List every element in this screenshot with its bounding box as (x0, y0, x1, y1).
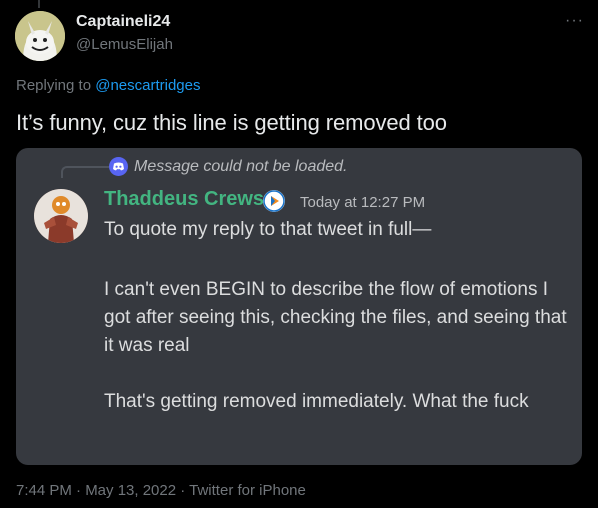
author-name[interactable]: Captaineli24 (76, 13, 170, 31)
tweet-text: It’s funny, cuz this line is getting rem… (16, 110, 447, 135)
author-handle[interactable]: @LemusElijah (76, 36, 173, 53)
replying-prefix: Replying to (16, 77, 96, 94)
thread-connector-line (38, 0, 40, 8)
message-line-3: That's getting removed immediately. What… (104, 391, 529, 412)
discord-screenshot-card[interactable]: Message could not be loaded. Thaddeus Cr… (16, 148, 582, 465)
discord-author-avatar (34, 189, 88, 243)
discord-logo-icon (109, 157, 128, 176)
play-badge-icon (263, 190, 285, 212)
character-avatar-icon (34, 189, 88, 243)
discord-author-name: Thaddeus Crews (104, 188, 265, 210)
author-avatar[interactable] (15, 11, 65, 61)
tweet-footer-meta: 7:44 PM · May 13, 2022 · Twitter for iPh… (16, 482, 306, 499)
replying-to-line: Replying to @nescartridges (16, 77, 201, 94)
reply-reference-line (61, 166, 109, 178)
more-options-icon[interactable]: ··· (565, 12, 584, 30)
message-line-1: To quote my reply to that tweet in full— (104, 219, 432, 240)
sam-avatar-icon (15, 11, 65, 61)
message-line-2: I can't even BEGIN to describe the flow … (104, 279, 567, 356)
reference-message-text: Message could not be loaded. (134, 158, 348, 175)
discord-timestamp: Today at 12:27 PM (300, 194, 426, 211)
replying-to-link[interactable]: @nescartridges (95, 77, 200, 94)
